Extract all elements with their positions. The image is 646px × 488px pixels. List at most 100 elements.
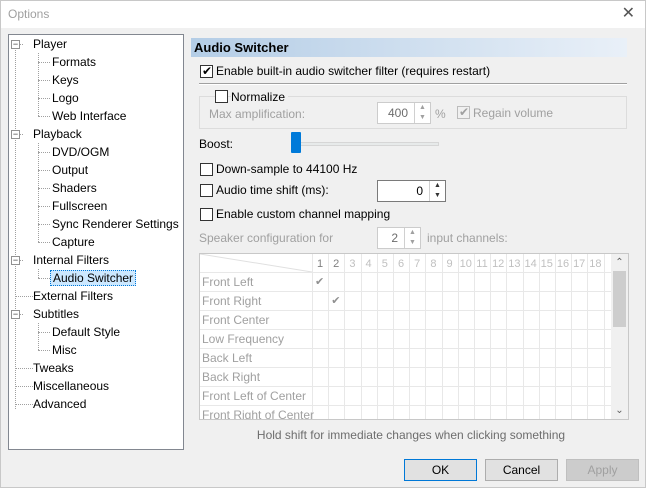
grid-column-header: 5 xyxy=(381,258,388,270)
percent-label: % xyxy=(435,107,446,121)
tree-item-dvd-ogm[interactable]: DVD/OGM xyxy=(50,143,111,161)
regain-volume-checkbox[interactable]: ✔ xyxy=(457,105,470,119)
tree-item-subtitles[interactable]: Subtitles xyxy=(31,305,81,323)
downsample-label[interactable]: Down-sample to 44100 Hz xyxy=(216,162,357,176)
grid-row-label: Back Right xyxy=(202,370,261,384)
tree-item-sync-renderer[interactable]: Sync Renderer Settings xyxy=(50,215,181,233)
category-tree[interactable]: − − − − Player Formats Keys Logo Web Int… xyxy=(8,34,184,450)
tree-item-player[interactable]: Player xyxy=(31,35,69,53)
grid-column-header: 2 xyxy=(333,258,340,270)
spin-up-icon[interactable]: ▲ xyxy=(405,228,420,238)
tree-item-logo[interactable]: Logo xyxy=(50,89,81,107)
grid-line xyxy=(457,254,459,419)
enable-filter-checkbox[interactable]: ✔ xyxy=(200,64,213,78)
tree-item-internal-filters[interactable]: Internal Filters xyxy=(31,251,111,269)
grid-column-header: 12 xyxy=(492,258,505,270)
tree-line xyxy=(15,43,16,409)
ok-button[interactable]: OK xyxy=(404,459,477,481)
tree-item-label: Logo xyxy=(52,91,79,105)
time-shift-label[interactable]: Audio time shift (ms): xyxy=(216,183,329,197)
tree-item-output[interactable]: Output xyxy=(50,161,90,179)
grid-check-icon[interactable]: ✔ xyxy=(331,294,340,307)
spin-down-icon[interactable]: ▼ xyxy=(415,113,430,123)
tree-line xyxy=(38,80,50,81)
tree-item-label: Miscellaneous xyxy=(33,379,110,393)
boost-slider-track[interactable] xyxy=(291,142,439,146)
normalize-label[interactable]: Normalize xyxy=(231,90,289,104)
tree-item-keys[interactable]: Keys xyxy=(50,71,81,89)
cancel-button[interactable]: Cancel xyxy=(485,459,558,481)
tree-item-miscellaneous[interactable]: Miscellaneous xyxy=(31,377,111,395)
grid-line xyxy=(200,348,611,349)
grid-line xyxy=(490,254,492,419)
channel-mapping-grid[interactable]: ⌃ ⌄ 1 2 3 4 5 6 7 8 9 10 11 12 13 14 15 16 17 18 Front Lef… xyxy=(199,253,629,420)
spinner-arrows[interactable]: ▲ ▼ xyxy=(404,228,420,248)
grid-vertical-scrollbar[interactable]: ⌃ ⌄ xyxy=(611,254,628,419)
tree-line xyxy=(38,224,50,225)
spin-up-icon[interactable]: ▲ xyxy=(430,181,445,191)
collapse-player-icon[interactable]: − xyxy=(11,40,20,49)
speaker-config-spinner[interactable]: 2 ▲ ▼ xyxy=(377,227,421,249)
time-shift-checkbox[interactable] xyxy=(200,184,213,197)
grid-column-header: 14 xyxy=(524,258,537,270)
collapse-playback-icon[interactable]: − xyxy=(11,130,20,139)
tree-line xyxy=(38,206,50,207)
tree-item-shaders[interactable]: Shaders xyxy=(50,179,99,197)
grid-column-header: 4 xyxy=(365,258,372,270)
tree-item-external-filters[interactable]: External Filters xyxy=(31,287,115,305)
scroll-thumb[interactable] xyxy=(613,271,626,327)
tree-item-misc[interactable]: Misc xyxy=(50,341,79,359)
hint-text: Hold shift for immediate changes when cl… xyxy=(256,428,566,442)
collapse-subtitles-icon[interactable]: − xyxy=(11,310,20,319)
grid-column-header: 17 xyxy=(573,258,586,270)
tree-item-label: Capture xyxy=(52,235,95,249)
grid-column-header: 9 xyxy=(446,258,453,270)
spin-up-icon[interactable]: ▲ xyxy=(415,103,430,113)
scroll-down-icon[interactable]: ⌄ xyxy=(611,402,628,419)
separator xyxy=(199,83,627,85)
grid-row-label: Front Left xyxy=(202,275,254,289)
spinner-arrows[interactable]: ▲ ▼ xyxy=(414,103,430,123)
tree-line xyxy=(38,269,39,278)
scroll-up-icon[interactable]: ⌃ xyxy=(611,254,628,271)
tree-item-formats[interactable]: Formats xyxy=(50,53,98,71)
collapse-internal-filters-icon[interactable]: − xyxy=(11,256,20,265)
custom-mapping-checkbox[interactable] xyxy=(200,208,213,221)
grid-column-header: 16 xyxy=(556,258,570,270)
time-shift-spinner[interactable]: 0 ▲ ▼ xyxy=(377,180,446,202)
spinner-arrows[interactable]: ▲ ▼ xyxy=(429,181,445,201)
spin-down-icon[interactable]: ▼ xyxy=(405,238,420,248)
regain-volume-label[interactable]: Regain volume xyxy=(473,106,553,120)
normalize-checkbox[interactable] xyxy=(215,90,228,103)
tree-item-capture[interactable]: Capture xyxy=(50,233,97,251)
tree-item-default-style[interactable]: Default Style xyxy=(50,323,122,341)
grid-row-label: Front Center xyxy=(202,313,270,327)
check-icon: ✔ xyxy=(459,105,470,119)
tree-item-advanced[interactable]: Advanced xyxy=(31,395,88,413)
tree-line xyxy=(38,332,50,333)
downsample-checkbox[interactable] xyxy=(200,163,213,176)
grid-line xyxy=(312,254,313,419)
max-amplification-label: Max amplification: xyxy=(209,107,306,121)
enable-filter-label[interactable]: Enable built-in audio switcher filter (r… xyxy=(216,64,490,78)
tree-item-label: Player xyxy=(33,37,68,51)
custom-mapping-label[interactable]: Enable custom channel mapping xyxy=(216,207,390,221)
boost-slider-thumb[interactable] xyxy=(291,132,301,153)
spin-down-icon[interactable]: ▼ xyxy=(430,191,445,201)
max-amplification-spinner[interactable]: 400 ▲ ▼ xyxy=(377,102,431,124)
grid-line xyxy=(360,254,362,419)
tree-item-playback[interactable]: Playback xyxy=(31,125,84,143)
grid-line xyxy=(200,329,611,330)
grid-line xyxy=(538,254,540,419)
apply-button[interactable]: Apply xyxy=(566,459,639,481)
page-title-bar: Audio Switcher xyxy=(191,38,627,57)
tree-item-fullscreen[interactable]: Fullscreen xyxy=(50,197,109,215)
page-title: Audio Switcher xyxy=(194,40,289,55)
tree-item-web-interface[interactable]: Web Interface xyxy=(50,107,128,125)
tree-item-label: Output xyxy=(52,163,89,177)
tree-item-label: Web Interface xyxy=(52,109,127,123)
tree-item-tweaks[interactable]: Tweaks xyxy=(31,359,76,377)
tree-item-audio-switcher[interactable]: Audio Switcher xyxy=(50,269,137,287)
close-icon[interactable]: ✕ xyxy=(622,4,635,24)
grid-check-icon[interactable]: ✔ xyxy=(315,275,324,288)
